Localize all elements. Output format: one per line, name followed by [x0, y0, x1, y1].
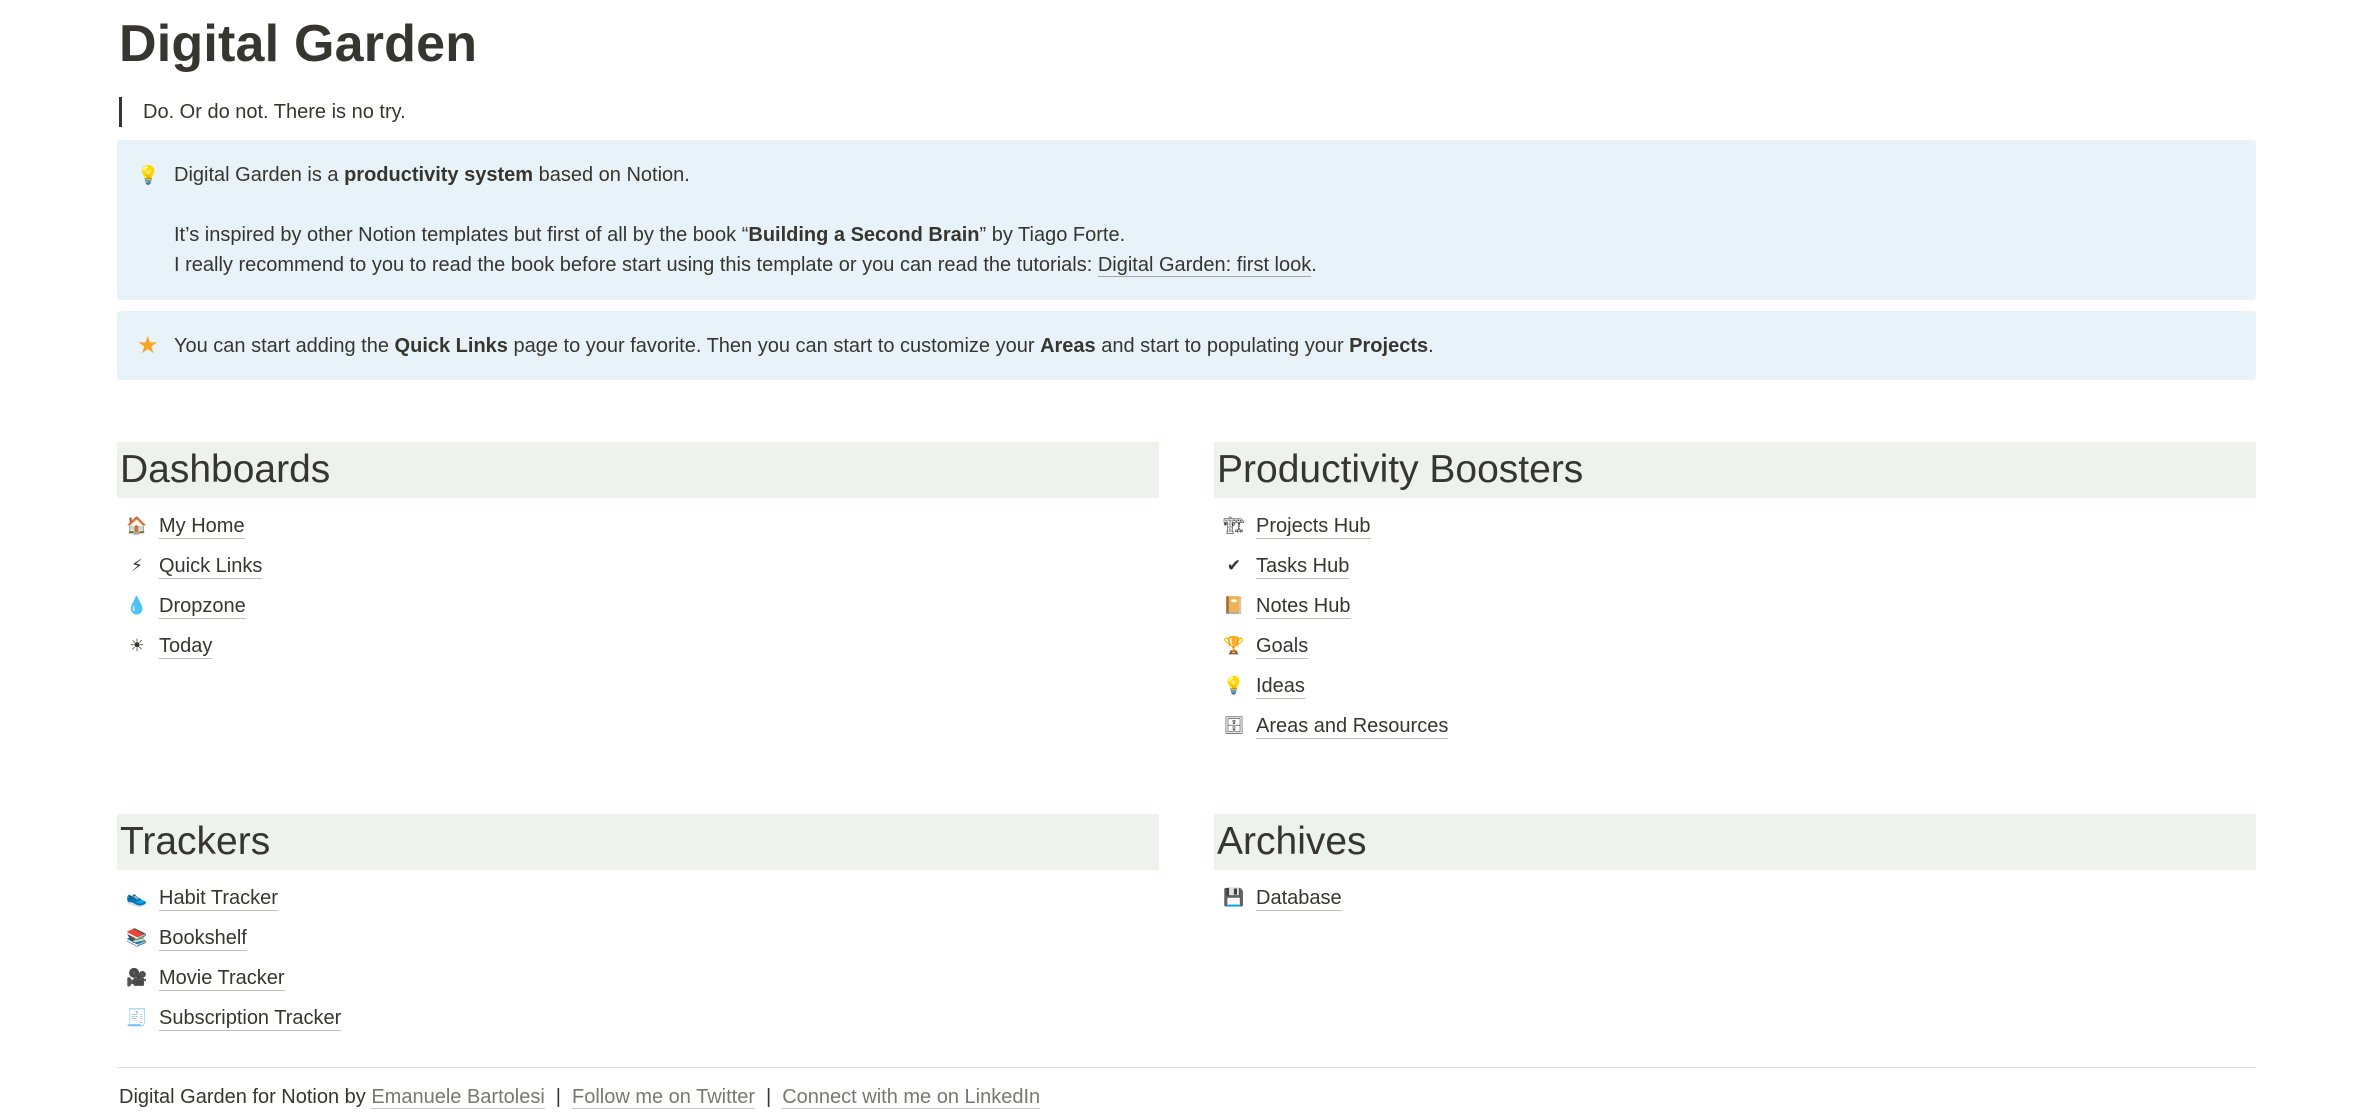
page-link-label: Subscription Tracker [159, 1006, 342, 1031]
section-heading: Productivity Boosters [1214, 442, 2256, 498]
separator: | [555, 1086, 561, 1108]
page-link-label: Projects Hub [1256, 514, 1371, 539]
section-items: 🏠 My Home ⚡ Quick Links 💧 Dropzone ☀ Today [117, 506, 1159, 666]
section-dashboards: Dashboards 🏠 My Home ⚡ Quick Links 💧 Dropzone… [117, 442, 1159, 666]
star-icon: ★ [137, 332, 159, 359]
house-icon: 🏠 [126, 516, 148, 535]
callout-intro-content: Digital Garden is a productivity system … [174, 160, 1317, 280]
lightbulb-icon: 💡 [137, 165, 160, 185]
text: . [1311, 254, 1317, 276]
page-link-label: Bookshelf [159, 926, 247, 951]
section-trackers: Trackers 👟 Habit Tracker 📚 Bookshelf 🎥 Movie … [117, 814, 1159, 1038]
text: . [1428, 335, 1434, 357]
page-link-goals[interactable]: 🏆 Goals [1214, 626, 2256, 666]
books-icon: 📚 [126, 928, 148, 947]
page-link-bookshelf[interactable]: 📚 Bookshelf [117, 918, 1159, 958]
page-link-label: Dropzone [159, 594, 246, 619]
lightbulb-icon: 💡 [1223, 676, 1245, 695]
linkedin-link[interactable]: Connect with me on LinkedIn [782, 1086, 1041, 1109]
section-items: 👟 Habit Tracker 📚 Bookshelf 🎥 Movie Tracker 🧾 S… [117, 878, 1159, 1038]
page-link-label: My Home [159, 514, 245, 539]
callout-intro-line2: It’s inspired by other Notion templates … [174, 220, 1317, 250]
page-link-my-home[interactable]: 🏠 My Home [117, 506, 1159, 546]
lightning-icon: ⚡ [131, 556, 143, 575]
trophy-icon: 🏆 [1223, 636, 1245, 655]
section-items: 🏗 Projects Hub ✔ Tasks Hub 📔 Notes Hub 🏆 Goals 💡… [1214, 506, 2256, 746]
section-heading: Archives [1214, 814, 2256, 870]
bold-text: Quick Links [394, 335, 508, 357]
section-items: 💾 Database [1214, 878, 2256, 918]
callout-getting-started-content: You can start adding the Quick Links pag… [174, 331, 1434, 361]
text: based on Notion. [533, 164, 690, 186]
receipt-icon: 🧾 [126, 1008, 148, 1027]
quote-block: Do. Or do not. There is no try. [119, 97, 406, 127]
sneaker-icon: 👟 [126, 888, 148, 907]
bold-text: Areas [1040, 335, 1096, 357]
page-link-tasks-hub[interactable]: ✔ Tasks Hub [1214, 546, 2256, 586]
page-title: Digital Garden [119, 15, 478, 73]
crane-icon: 🏗 [1223, 516, 1245, 535]
text: page to your favorite. Then you can star… [507, 335, 1041, 357]
page-link-subscription-tracker[interactable]: 🧾 Subscription Tracker [117, 998, 1159, 1038]
section-archives: Archives 💾 Database [1214, 814, 2256, 918]
separator: | [766, 1086, 772, 1108]
page-link-ideas[interactable]: 💡 Ideas [1214, 666, 2256, 706]
text: You can start adding the [174, 335, 395, 357]
page-link-label: Ideas [1256, 674, 1305, 699]
callout-intro-line1: Digital Garden is a productivity system … [174, 160, 1317, 190]
page-link-label: Tasks Hub [1256, 554, 1350, 579]
bold-text: Building a Second Brain [748, 224, 980, 246]
page-link-movie-tracker[interactable]: 🎥 Movie Tracker [117, 958, 1159, 998]
page-link-label: Movie Tracker [159, 966, 285, 991]
text: I really recommend to you to read the bo… [174, 254, 1098, 276]
bold-text: productivity system [344, 164, 534, 186]
page-link-notes-hub[interactable]: 📔 Notes Hub [1214, 586, 2256, 626]
droplet-icon: 💧 [126, 596, 148, 615]
section-productivity-boosters: Productivity Boosters 🏗 Projects Hub ✔ Task… [1214, 442, 2256, 746]
callout-intro-line3: I really recommend to you to read the bo… [174, 250, 1317, 280]
page-link-label: Today [159, 634, 213, 659]
cabinet-icon: 🗄 [1223, 716, 1245, 735]
notebook-icon: 📔 [1223, 596, 1245, 615]
page-link-areas-and-resources[interactable]: 🗄 Areas and Resources [1214, 706, 2256, 746]
text: ” by Tiago Forte. [979, 224, 1126, 246]
text: and start to populating your [1095, 335, 1350, 357]
page-link-habit-tracker[interactable]: 👟 Habit Tracker [117, 878, 1159, 918]
page-link-label: Quick Links [159, 554, 263, 579]
floppy-disk-icon: 💾 [1223, 888, 1245, 907]
page-link-dropzone[interactable]: 💧 Dropzone [117, 586, 1159, 626]
page-link-label: Goals [1256, 634, 1309, 659]
page-link-label: Habit Tracker [159, 886, 278, 911]
page-link-quick-links[interactable]: ⚡ Quick Links [117, 546, 1159, 586]
page-link-database[interactable]: 💾 Database [1214, 878, 2256, 918]
page-link-label: Areas and Resources [1256, 714, 1449, 739]
footer-text: Digital Garden for Notion by [119, 1086, 372, 1108]
callout-getting-started: ★ You can start adding the Quick Links p… [117, 311, 2256, 380]
page-link-label: Notes Hub [1256, 594, 1351, 619]
twitter-link[interactable]: Follow me on Twitter [571, 1086, 756, 1109]
bold-text: Projects [1349, 335, 1429, 357]
checkmark-icon: ✔ [1226, 556, 1242, 575]
section-heading: Trackers [117, 814, 1159, 870]
author-link[interactable]: Emanuele Bartolesi [371, 1086, 545, 1109]
movie-camera-icon: 🎥 [126, 968, 148, 987]
text: Digital Garden is a [174, 164, 345, 186]
callout-intro: 💡 Digital Garden is a productivity syste… [117, 140, 2256, 300]
tutorial-link[interactable]: Digital Garden: first look [1097, 254, 1312, 277]
sun-icon: ☀ [129, 636, 145, 655]
footer-divider [117, 1067, 2256, 1068]
page-link-today[interactable]: ☀ Today [117, 626, 1159, 666]
page-link-projects-hub[interactable]: 🏗 Projects Hub [1214, 506, 2256, 546]
text: It’s inspired by other Notion templates … [174, 224, 749, 246]
page-link-label: Database [1256, 886, 1342, 911]
footer: Digital Garden for Notion by Emanuele Ba… [119, 1082, 1041, 1112]
section-heading: Dashboards [117, 442, 1159, 498]
